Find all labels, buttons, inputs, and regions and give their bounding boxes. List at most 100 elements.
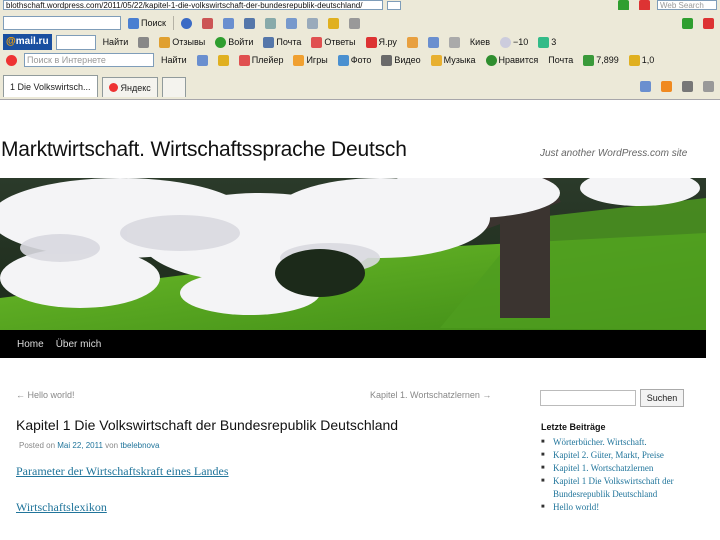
go-button[interactable] bbox=[387, 0, 401, 10]
extra-icon-2[interactable] bbox=[425, 34, 442, 50]
meta-author[interactable]: tbelebnova bbox=[120, 441, 159, 450]
toolbar-row-1: Поиск bbox=[0, 13, 720, 33]
yandex-mail-label: Почта bbox=[548, 55, 574, 65]
toolbar-search-field[interactable] bbox=[3, 16, 121, 30]
separator bbox=[172, 16, 174, 30]
prev-post-link[interactable]: ← Hello world! bbox=[16, 390, 75, 400]
music-button[interactable]: Музыка bbox=[428, 52, 479, 68]
currency-button[interactable]: 7,899 bbox=[580, 52, 622, 68]
bookmarks-icon[interactable] bbox=[215, 52, 232, 68]
extra-icon-1[interactable] bbox=[404, 34, 421, 50]
page-menu-icon[interactable] bbox=[700, 78, 717, 94]
yandex-favicon-icon bbox=[108, 83, 118, 92]
player-button[interactable]: Плейер bbox=[236, 52, 287, 68]
address-bar-row: blothschaft.wordpress.com/2011/05/22/kap… bbox=[0, 0, 720, 10]
stop-icon[interactable] bbox=[636, 0, 653, 10]
yandex-search-input[interactable]: Поиск в Интернете bbox=[24, 53, 154, 67]
login-button[interactable]: Войти bbox=[212, 34, 256, 50]
yandex-find-button[interactable]: Найти bbox=[158, 52, 190, 68]
tab-blog-label: 1 Die Volkswirtsch... bbox=[10, 81, 91, 92]
contacts-icon[interactable] bbox=[304, 15, 321, 31]
tab-strip: 1 Die Volkswirtsch... Яндекс bbox=[0, 75, 720, 97]
globe-icon[interactable] bbox=[178, 15, 195, 31]
search-button[interactable]: Поиск bbox=[125, 15, 169, 31]
next-post-link[interactable]: Kapitel 1. Wortschatzlernen → bbox=[370, 390, 491, 400]
home-icon[interactable] bbox=[194, 52, 211, 68]
currency-rate: 7,899 bbox=[596, 55, 619, 65]
mailru-logo[interactable]: @mail.ru bbox=[3, 34, 52, 50]
mailru-search-input[interactable] bbox=[55, 34, 96, 50]
money-button[interactable]: 1,0 bbox=[626, 52, 658, 68]
like-button[interactable]: Нравится bbox=[483, 52, 542, 68]
window-icon[interactable] bbox=[220, 15, 237, 31]
new-tab-button[interactable] bbox=[161, 77, 186, 97]
extra-icon-3[interactable] bbox=[446, 34, 463, 50]
chat-icon[interactable] bbox=[283, 15, 300, 31]
video-icon bbox=[381, 54, 393, 66]
reviews-button[interactable]: Отзывы bbox=[156, 34, 208, 50]
tab-yandex[interactable]: Яндекс bbox=[101, 77, 158, 97]
close-icon[interactable] bbox=[700, 15, 717, 31]
tab-blog[interactable]: 1 Die Volkswirtsch... bbox=[3, 75, 98, 97]
tab-yandex-label: Яндекс bbox=[120, 82, 151, 93]
games-button[interactable]: Игры bbox=[290, 52, 330, 68]
video-button[interactable]: Видео bbox=[378, 52, 423, 68]
web-search-field[interactable]: Web Search bbox=[657, 0, 717, 10]
sidebar-search-input[interactable] bbox=[540, 390, 636, 406]
yandex-icon[interactable] bbox=[3, 52, 20, 68]
photo-label: Фото bbox=[350, 55, 372, 65]
nav-about[interactable]: Über mich bbox=[56, 339, 102, 350]
counter-icon bbox=[538, 36, 550, 48]
money-value: 1,0 bbox=[641, 55, 655, 65]
games-icon bbox=[293, 54, 305, 66]
site-title[interactable]: Marktwirtschaft. Wirtschaftssprache Deut… bbox=[1, 138, 407, 162]
music-label: Музыка bbox=[443, 55, 476, 65]
recent-post-item[interactable]: Hello world! bbox=[541, 501, 691, 514]
yandex-mail-button[interactable]: Почта bbox=[545, 52, 576, 68]
mail-icon[interactable] bbox=[241, 15, 258, 31]
login-icon bbox=[215, 36, 227, 48]
recent-post-item[interactable]: Kapitel 2. Güter, Markt, Preise bbox=[541, 449, 691, 462]
check-icon[interactable] bbox=[679, 15, 696, 31]
answers-button[interactable]: Ответы bbox=[308, 34, 358, 50]
meta-date[interactable]: Mai 22, 2011 bbox=[57, 441, 103, 450]
like-icon bbox=[485, 54, 497, 66]
settings-icon[interactable] bbox=[346, 15, 363, 31]
print-icon[interactable] bbox=[679, 78, 696, 94]
home-page-icon[interactable] bbox=[637, 78, 654, 94]
like-label: Нравится bbox=[498, 55, 539, 65]
envelope-icon bbox=[263, 36, 275, 48]
meta-prefix: Posted on bbox=[19, 441, 56, 450]
yaru-button[interactable]: Я.ру bbox=[363, 34, 400, 50]
dollar-icon bbox=[583, 54, 595, 66]
bookmark-icon[interactable] bbox=[262, 15, 279, 31]
recent-post-item[interactable]: Kapitel 1 Die Volkswirtschaft der Bundes… bbox=[541, 475, 691, 501]
link-lexikon[interactable]: Wirtschaftslexikon bbox=[16, 500, 107, 515]
tools-icon[interactable] bbox=[199, 15, 216, 31]
music-icon bbox=[430, 54, 442, 66]
mail-button[interactable]: Почта bbox=[260, 34, 304, 50]
reviews-icon bbox=[159, 36, 171, 48]
link-parameter[interactable]: Parameter der Wirtschaftskraft eines Lan… bbox=[16, 464, 229, 479]
recent-post-item[interactable]: Kapitel 1. Wortschatzlernen bbox=[541, 462, 691, 475]
weather-button[interactable]: −10 bbox=[497, 34, 531, 50]
browser-chrome: blothschaft.wordpress.com/2011/05/22/kap… bbox=[0, 0, 720, 100]
games-label: Игры bbox=[306, 55, 328, 65]
feeds-icon[interactable] bbox=[658, 78, 675, 94]
post-title[interactable]: Kapitel 1 Die Volkswirtschaft der Bundes… bbox=[16, 417, 398, 433]
city-label[interactable]: Киев bbox=[467, 34, 493, 50]
sidebar-search-button[interactable]: Suchen bbox=[640, 389, 684, 407]
recent-post-item[interactable]: Wörterbücher. Wirtschaft. bbox=[541, 436, 691, 449]
mailru-find-button[interactable]: Найти bbox=[100, 34, 132, 50]
yandex-toolbar: Поиск в Интернете Найти Плейер Игры Фото… bbox=[0, 51, 720, 69]
video-label: Видео bbox=[394, 55, 421, 65]
favorite-icon[interactable] bbox=[325, 15, 342, 31]
post-meta: Posted on Mai 22, 2011 von tbelebnova bbox=[19, 441, 159, 450]
photo-button[interactable]: Фото bbox=[335, 52, 375, 68]
nav-home[interactable]: Home bbox=[17, 339, 44, 350]
photo-icon bbox=[337, 54, 349, 66]
address-field[interactable]: blothschaft.wordpress.com/2011/05/22/kap… bbox=[3, 0, 383, 10]
signal-icon bbox=[135, 34, 152, 50]
refresh-icon[interactable] bbox=[615, 0, 632, 10]
counter-button[interactable]: 3 bbox=[535, 34, 559, 50]
